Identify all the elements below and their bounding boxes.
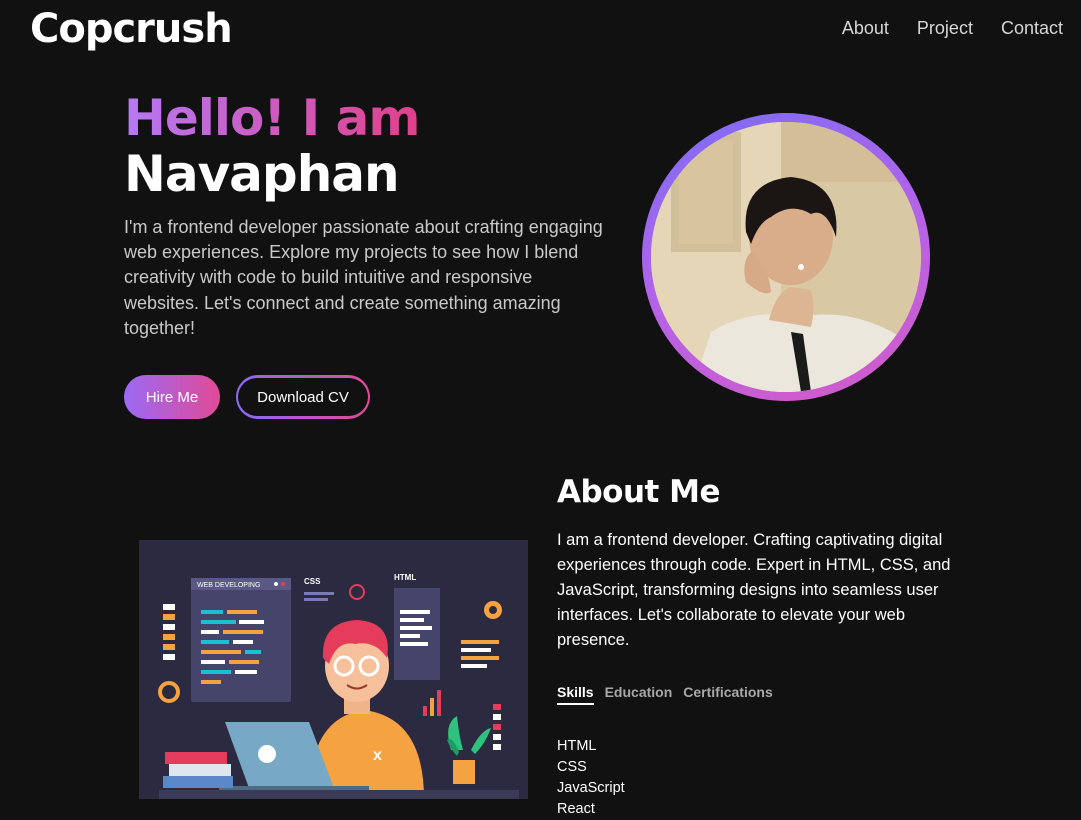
profile-photo-art [651, 122, 921, 392]
download-cv-label: Download CV [238, 378, 368, 416]
tab-education[interactable]: Education [605, 684, 673, 705]
hero-greeting: Hello! I am [124, 89, 420, 147]
hero-section: Hello! I am Navaphan I'm a frontend deve… [124, 90, 604, 341]
about-title: About Me [557, 474, 721, 510]
web-developing-illustration: WEB DEVELOPING CSS HTML x [139, 540, 528, 799]
about-text: I am a frontend developer. Crafting capt… [557, 531, 951, 649]
nav-project[interactable]: Project [917, 18, 973, 39]
list-item: React [557, 801, 595, 817]
list-item: CSS [557, 759, 587, 775]
hero-actions: Hire Me Download CV [124, 375, 370, 419]
profile-photo [651, 122, 921, 392]
list-item: HTML [557, 738, 597, 754]
css-label: CSS [304, 577, 321, 586]
svg-text:x: x [373, 747, 382, 764]
about-section: About Me I am a frontend developer. Craf… [557, 474, 957, 653]
main-nav: About Project Contact [842, 18, 1063, 39]
illustration-art: WEB DEVELOPING CSS HTML x [139, 540, 528, 799]
skills-list: HTML CSS JavaScript React [557, 736, 625, 820]
site-logo[interactable]: Copcrush [30, 6, 233, 52]
tab-skills[interactable]: Skills [557, 684, 594, 705]
html-label: HTML [394, 573, 416, 582]
hero-name: Navaphan [124, 145, 400, 203]
about-tabs: Skills Education Certifications [557, 684, 773, 705]
nav-about[interactable]: About [842, 18, 889, 39]
list-item: JavaScript [557, 780, 625, 796]
tab-certifications[interactable]: Certifications [683, 684, 772, 705]
download-cv-button[interactable]: Download CV [236, 375, 370, 419]
panel-title: WEB DEVELOPING [197, 582, 260, 589]
hero-intro: I'm a frontend developer passionate abou… [124, 217, 603, 338]
hire-me-button[interactable]: Hire Me [124, 375, 220, 419]
nav-contact[interactable]: Contact [1001, 18, 1063, 39]
profile-photo-frame [642, 113, 930, 401]
